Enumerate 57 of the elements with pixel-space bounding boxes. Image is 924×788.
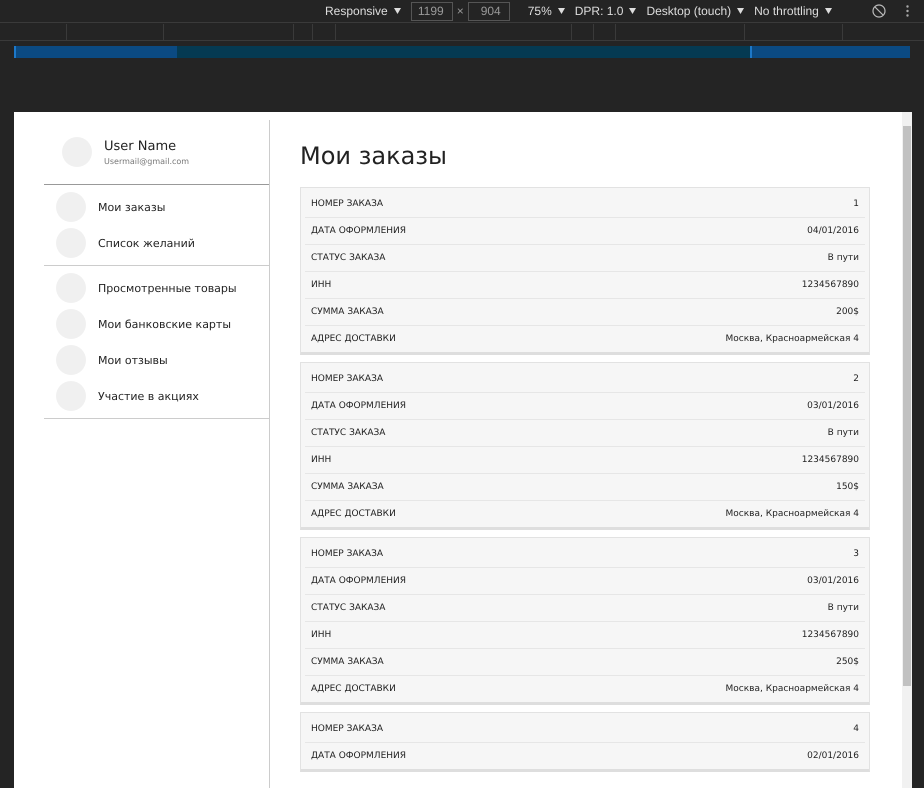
field-label: ДАТА ОФОРМЛЕНИЯ (311, 401, 406, 411)
field-value: В пути (828, 428, 859, 438)
field-value: 4 (853, 724, 859, 734)
height-field[interactable]: 904 (468, 2, 510, 20)
zoom-dropdown[interactable]: 75% (528, 4, 565, 18)
field-label: НОМЕР ЗАКАЗА (311, 549, 383, 559)
field-value: 03/01/2016 (807, 401, 859, 411)
field-label: СТАТУС ЗАКАЗА (311, 428, 386, 438)
field-label: СТАТУС ЗАКАЗА (311, 603, 386, 613)
field-label: НОМЕР ЗАКАЗА (311, 724, 383, 734)
field-label: АДРЕС ДОСТАВКИ (311, 684, 396, 694)
field-value: 1234567890 (802, 280, 859, 290)
field-value: 1 (853, 199, 859, 209)
dpr-dropdown[interactable]: DPR: 1.0 (574, 4, 636, 18)
device-dropdown[interactable]: Responsive (325, 4, 401, 18)
page-title: Мои заказы (300, 142, 448, 170)
field-value: В пути (828, 603, 859, 613)
field-label: АДРЕС ДОСТАВКИ (311, 334, 396, 344)
field-value: 3 (853, 549, 859, 559)
field-label: НОМЕР ЗАКАЗА (311, 199, 383, 209)
field-value: 2 (853, 374, 859, 384)
sidebar-item[interactable]: Мои отзывы (44, 342, 269, 378)
sidebar-item[interactable]: Просмотренные товары (44, 270, 269, 306)
field-label: ДАТА ОФОРМЛЕНИЯ (311, 226, 406, 236)
field-label: ДАТА ОФОРМЛЕНИЯ (311, 576, 406, 586)
throttling-dropdown[interactable]: No throttling (754, 4, 832, 18)
times-sign: × (456, 4, 464, 18)
sidebar-item[interactable]: Мои банковские карты (44, 306, 269, 342)
field-label: ИНН (311, 630, 332, 640)
field-label: СУММА ЗАКАЗА (311, 307, 384, 317)
field-value: В пути (828, 253, 859, 263)
field-label: СТАТУС ЗАКАЗА (311, 253, 386, 263)
field-label: ИНН (311, 455, 332, 465)
user-name: User Name (104, 138, 178, 154)
field-value: 250$ (836, 657, 859, 667)
field-value: 1234567890 (802, 630, 859, 640)
field-value: Москва, Красноармейская 4 (726, 684, 859, 694)
field-value: 1234567890 (802, 455, 859, 465)
field-value: 04/01/2016 (807, 226, 859, 236)
field-value: Москва, Красноармейская 4 (726, 509, 859, 519)
field-value: 03/01/2016 (807, 576, 859, 586)
field-value: 200$ (836, 307, 859, 317)
sidebar-item[interactable]: Мои заказы (44, 189, 269, 225)
field-label: СУММА ЗАКАЗА (311, 657, 384, 667)
field-value: 02/01/2016 (807, 751, 859, 761)
field-label: ИНН (311, 280, 332, 290)
field-label: АДРЕС ДОСТАВКИ (311, 509, 396, 519)
sidebar-item[interactable]: Список желаний (44, 225, 269, 261)
field-value: Москва, Красноармейская 4 (726, 334, 859, 344)
field-label: НОМЕР ЗАКАЗА (311, 374, 383, 384)
field-value: 150$ (836, 482, 859, 492)
width-field[interactable]: 1199 (410, 2, 453, 20)
device-mode-dropdown[interactable]: Desktop (touch) (646, 4, 744, 18)
field-label: ДАТА ОФОРМЛЕНИЯ (311, 751, 406, 761)
field-label: СУММА ЗАКАЗА (311, 482, 384, 492)
sidebar-item[interactable]: Участие в акциях (44, 378, 269, 414)
user-email: Usermail@gmail.com (104, 156, 190, 166)
